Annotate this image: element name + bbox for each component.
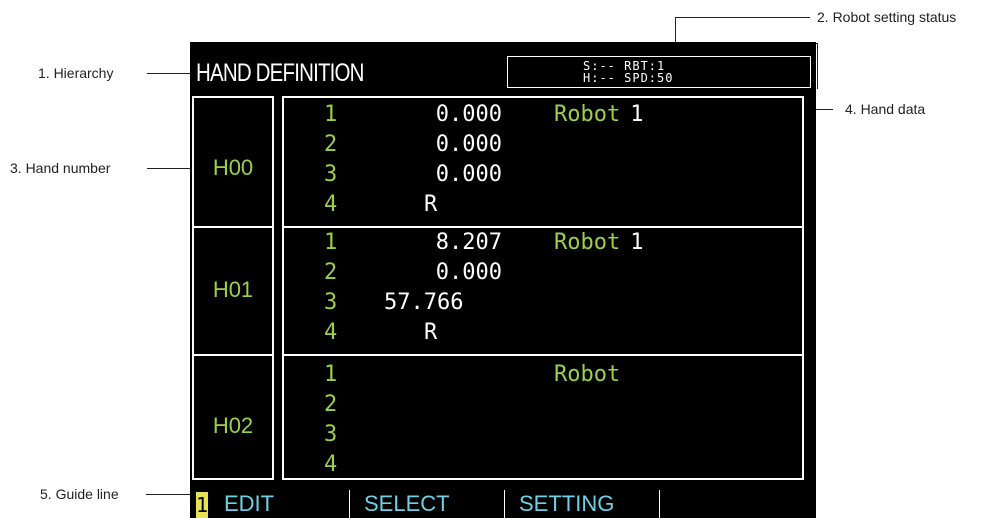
hand-number-label: H02 (212, 413, 254, 438)
robot-number: 1 (630, 230, 644, 255)
hand-number-cell-h00[interactable]: H00 (194, 98, 272, 226)
data-index: 3 (324, 422, 338, 447)
data-value: 57.766 (384, 290, 464, 315)
edit-softkey[interactable]: EDIT (210, 490, 350, 518)
data-index: 3 (324, 162, 338, 187)
callout-robot-status-bracket-r (817, 43, 818, 89)
hand-number-label: H00 (212, 155, 254, 180)
hand-data-block-h02[interactable]: 1 2 3 4 Robot (284, 354, 802, 478)
data-index: 1 (324, 362, 338, 387)
hand-data-column: 1 2 3 4 0.000 0.000 0.000 R Robot 1 1 2 3… (282, 96, 804, 480)
callout-robot-setting-status: 2. Robot setting status (817, 9, 957, 25)
data-value: 0.000 (435, 260, 502, 285)
hand-data-block-h01[interactable]: 1 2 3 4 8.207 0.000 57.766 R Robot 1 (284, 226, 802, 354)
data-index: 2 (324, 260, 338, 285)
robot-label: Robot (554, 364, 630, 386)
callout-hand-data: 4. Hand data (845, 101, 926, 117)
page-title: HAND DEFINITION (196, 59, 364, 87)
data-index: 1 (324, 230, 338, 255)
callout-hierarchy: 1. Hierarchy (38, 65, 114, 81)
robot-label-text: Robot (554, 362, 621, 387)
data-value: R (424, 192, 438, 217)
page-number-badge: 1 (196, 492, 209, 518)
status-line-2: H:-- SPD:50 (583, 71, 674, 85)
robot-label-text: Robot (554, 230, 621, 255)
guide-line: 1 EDIT SELECT SETTING (192, 488, 814, 518)
data-value: 0.000 (435, 162, 502, 187)
data-value: 0.000 (435, 102, 502, 127)
robot-label-text: Robot (554, 102, 621, 127)
setting-softkey[interactable]: SETTING (505, 490, 660, 518)
robot-label: Robot 1 (554, 232, 643, 254)
hand-number-label: H01 (212, 277, 254, 302)
callout-guide-line: 5. Guide line (40, 486, 119, 502)
robot-status-panel: S:-- RBT:1 H:-- SPD:50 (507, 56, 811, 88)
hand-number-cell-h01[interactable]: H01 (194, 226, 272, 354)
hand-data-block-h00[interactable]: 1 2 3 4 0.000 0.000 0.000 R Robot 1 (284, 98, 802, 226)
data-index: 2 (324, 392, 338, 417)
data-index: 3 (324, 290, 338, 315)
callout-robot-status-line-v (675, 17, 676, 43)
data-value: 0.000 (435, 132, 502, 157)
robot-label: Robot 1 (554, 104, 643, 126)
hand-number-cell-h02[interactable]: H02 (194, 354, 272, 478)
callout-robot-status-line-h (675, 17, 810, 18)
callout-hand-number: 3. Hand number (10, 160, 111, 176)
select-softkey[interactable]: SELECT (350, 490, 505, 518)
robot-number: 1 (630, 102, 644, 127)
data-index: 4 (324, 192, 338, 217)
data-value: 8.207 (435, 230, 502, 255)
data-value: R (424, 320, 438, 345)
data-index: 1 (324, 102, 338, 127)
data-index: 4 (324, 320, 338, 345)
data-index: 2 (324, 132, 338, 157)
hand-number-column: H00 H01 H02 (192, 96, 274, 480)
data-index: 4 (324, 452, 338, 477)
